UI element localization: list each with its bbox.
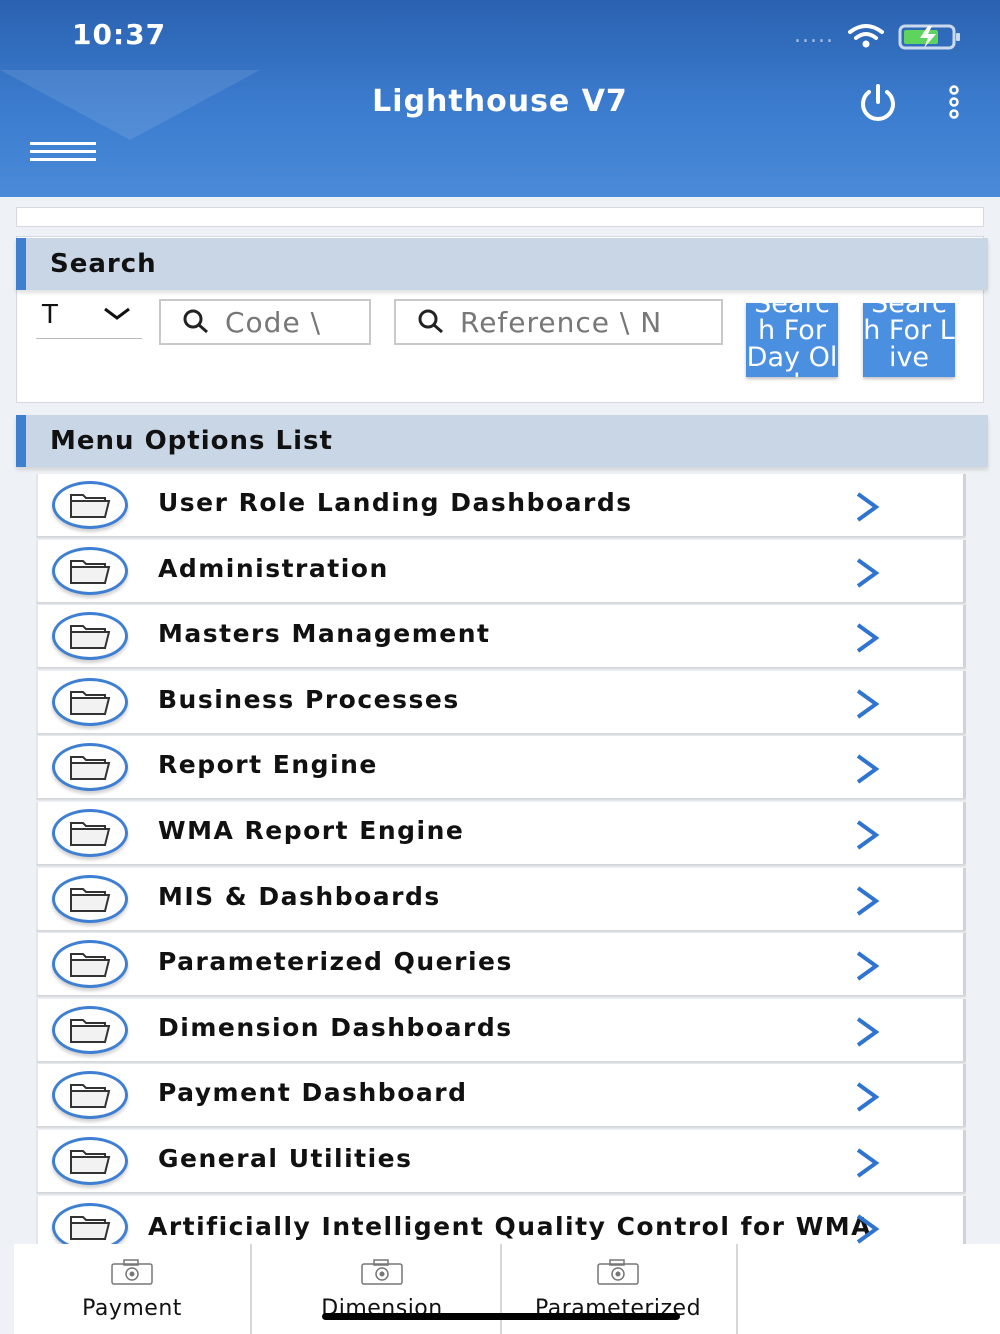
chevron-right-icon [852, 490, 882, 528]
tab-dimension[interactable]: Dimension [264, 1244, 502, 1334]
search-icon [416, 307, 446, 337]
status-time: 10:37 [72, 18, 167, 51]
menu-item-label: User Role Landing Dashboards [158, 488, 633, 517]
folder-icon [52, 1202, 128, 1244]
menu-item[interactable]: MIS & Dashboards [36, 867, 966, 930]
chevron-down-icon [102, 304, 132, 328]
search-day-old-label: Search For Day Old [746, 303, 838, 377]
menu-item[interactable]: Business Processes [36, 670, 966, 733]
signal-indicator: ..... [794, 23, 834, 48]
menu-item[interactable]: Report Engine [36, 736, 966, 799]
bottom-tab-bar: Payment Dimension Parameterized [14, 1244, 1000, 1334]
chevron-right-icon [852, 1080, 882, 1118]
menu-item-label: Payment Dashboard [158, 1078, 468, 1108]
folder-icon [52, 1005, 128, 1054]
app-header: 10:37 ..... Lighthouse V7 [0, 0, 1000, 197]
menu-item-label: Parameterized Queries [158, 947, 513, 977]
hamburger-menu-button[interactable] [30, 138, 102, 170]
tab-parameterized[interactable]: Parameterized [500, 1244, 738, 1334]
code-search-placeholder: Code \ [225, 305, 322, 339]
chevron-right-icon [852, 818, 882, 856]
more-vertical-icon [949, 85, 959, 119]
tab-payment[interactable]: Payment [14, 1244, 252, 1334]
camera-icon [596, 1258, 640, 1292]
chevron-right-icon [852, 687, 882, 725]
reference-search-input[interactable]: Reference \ N [394, 299, 723, 345]
menu-item[interactable]: Masters Management [36, 605, 966, 668]
hamburger-icon [30, 142, 96, 145]
folder-icon [52, 874, 128, 923]
menu-item-label: General Utilities [158, 1143, 413, 1173]
reference-search-placeholder: Reference \ N [460, 305, 663, 339]
menu-section-header: Menu Options List [16, 415, 988, 467]
menu-item-label: Report Engine [158, 750, 378, 780]
folder-icon [52, 1071, 128, 1120]
power-icon [861, 84, 895, 121]
menu-item-label: Dimension Dashboards [158, 1012, 513, 1042]
menu-item-label: Business Processes [158, 684, 460, 714]
menu-item[interactable]: Parameterized Queries [36, 933, 966, 996]
tab-payment-label: Payment [82, 1296, 182, 1321]
menu-item-label: WMA Report Engine [158, 815, 465, 845]
battery-charging-icon [898, 22, 962, 50]
chevron-right-icon [852, 752, 882, 790]
camera-icon [360, 1258, 404, 1292]
search-live-button[interactable]: Search For Live [863, 303, 955, 377]
more-options-button[interactable] [938, 82, 970, 122]
power-button[interactable] [852, 80, 904, 124]
chevron-right-icon [852, 1015, 882, 1053]
search-type-select[interactable]: T [36, 298, 142, 339]
camera-icon [110, 1258, 154, 1292]
folder-icon [52, 743, 128, 792]
chevron-right-icon [852, 1146, 882, 1184]
menu-item-label: MIS & Dashboards [158, 881, 441, 911]
chevron-right-icon [852, 949, 882, 987]
folder-icon [52, 612, 128, 661]
menu-item-label: Masters Management [158, 619, 491, 649]
chevron-right-icon [852, 621, 882, 659]
menu-item[interactable]: WMA Report Engine [36, 801, 966, 864]
search-section-title: Search [50, 249, 157, 279]
app-title: Lighthouse V7 [372, 84, 628, 119]
menu-item[interactable]: Payment Dashboard [36, 1064, 966, 1127]
menu-item[interactable]: User Role Landing Dashboards [36, 474, 966, 536]
folder-icon [52, 1136, 128, 1185]
chevron-right-icon [852, 884, 882, 922]
menu-item[interactable]: Administration [36, 539, 966, 602]
menu-item[interactable]: Dimension Dashboards [36, 998, 966, 1061]
search-live-label: Search For Live [863, 303, 955, 373]
folder-icon [52, 481, 128, 529]
code-search-input[interactable]: Code \ [159, 299, 371, 345]
folder-icon [52, 808, 128, 857]
menu-item[interactable]: Artificially Intelligent Quality Control… [36, 1195, 966, 1244]
top-strip [16, 207, 984, 227]
search-icon [181, 307, 211, 337]
search-type-value: T [42, 300, 58, 330]
search-day-old-button[interactable]: Search For Day Old [746, 303, 838, 377]
folder-icon [52, 677, 128, 726]
chevron-right-icon [852, 556, 882, 594]
menu-item[interactable]: General Utilities [36, 1129, 966, 1192]
home-indicator [322, 1313, 680, 1320]
status-icons: ..... [794, 22, 962, 50]
chevron-right-icon [852, 1212, 882, 1244]
folder-icon [52, 940, 128, 989]
menu-item-label: Administration [158, 553, 389, 583]
wifi-icon [846, 22, 886, 50]
search-section-header: Search [16, 238, 988, 290]
menu-options-list: User Role Landing Dashboards Administrati… [36, 474, 966, 1244]
menu-section-title: Menu Options List [50, 426, 333, 456]
menu-item-label: Artificially Intelligent Quality Control… [148, 1211, 873, 1241]
folder-icon [52, 546, 128, 595]
